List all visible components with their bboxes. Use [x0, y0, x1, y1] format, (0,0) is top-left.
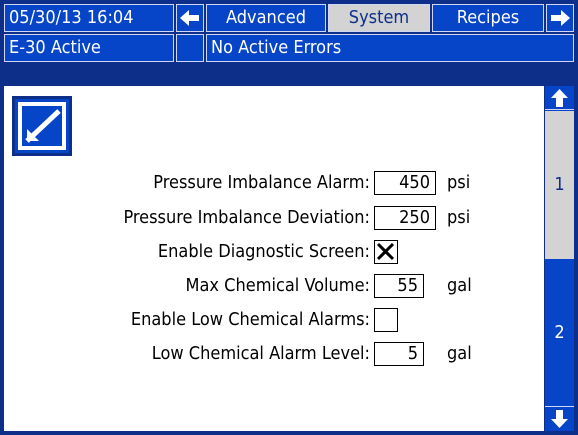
scroll-down-button[interactable]: [545, 406, 574, 431]
datetime-display: 05/30/13 16:04: [4, 4, 174, 32]
arrow-up-icon: [551, 89, 568, 107]
status-indicator: [176, 34, 204, 62]
status-display: E-30 Active: [4, 34, 174, 62]
page-scroller: 1 2: [545, 86, 574, 431]
error-display: No Active Errors: [206, 34, 574, 62]
low-chemical-alarm-level-label: Low Chemical Alarm Level:: [151, 343, 370, 364]
max-chemical-volume-unit: gal: [447, 275, 472, 296]
scroll-up-button[interactable]: [545, 86, 574, 110]
pressure-imbalance-deviation-field[interactable]: 250: [374, 206, 436, 230]
tab-system[interactable]: System: [328, 4, 430, 32]
max-chemical-volume-label: Max Chemical Volume:: [185, 275, 370, 296]
tab-left-button[interactable]: [176, 4, 204, 32]
settings-panel: Pressure Imbalance Alarm: 450 psi Pressu…: [4, 86, 544, 431]
pressure-imbalance-deviation-unit: psi: [447, 207, 471, 228]
tab-advanced[interactable]: Advanced: [206, 4, 326, 32]
tab-right-button[interactable]: [546, 4, 574, 32]
enable-low-chemical-alarms-label: Enable Low Chemical Alarms:: [130, 309, 370, 330]
low-chemical-alarm-level-field[interactable]: 5: [374, 342, 424, 366]
pressure-imbalance-alarm-unit: psi: [447, 172, 471, 193]
edit-button[interactable]: [12, 96, 72, 156]
pressure-imbalance-alarm-label: Pressure Imbalance Alarm:: [153, 172, 370, 193]
pressure-imbalance-alarm-field[interactable]: 450: [374, 171, 436, 195]
max-chemical-volume-field[interactable]: 55: [374, 274, 424, 298]
enable-diagnostic-screen-checkbox[interactable]: [374, 240, 398, 264]
pressure-imbalance-deviation-label: Pressure Imbalance Deviation:: [123, 207, 370, 228]
check-x-icon: [376, 242, 395, 261]
page-2-button[interactable]: 2: [545, 260, 574, 405]
page-1-button[interactable]: 1: [545, 111, 574, 259]
arrow-left-icon: [180, 10, 199, 26]
arrow-down-icon: [551, 410, 568, 428]
low-chemical-alarm-level-unit: gal: [447, 343, 472, 364]
edit-icon: [18, 102, 66, 150]
arrow-right-icon: [551, 10, 570, 26]
tab-recipes[interactable]: Recipes: [432, 4, 544, 32]
enable-low-chemical-alarms-checkbox[interactable]: [374, 308, 398, 332]
enable-diagnostic-screen-label: Enable Diagnostic Screen:: [157, 241, 370, 262]
